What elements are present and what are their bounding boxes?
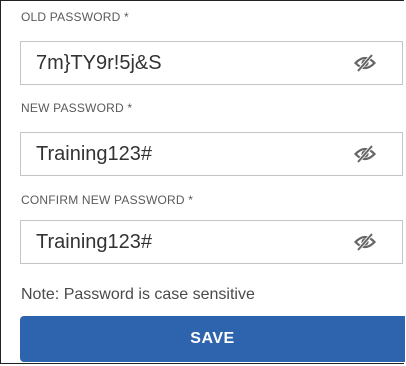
old-password-label: OLD PASSWORD * xyxy=(21,10,129,24)
eye-slash-icon-graphic xyxy=(354,54,376,72)
change-password-form: OLD PASSWORD * 7m}TY9r!5j&S NEW PASSWORD… xyxy=(0,0,405,364)
password-note: Note: Password is case sensitive xyxy=(21,286,255,303)
old-password-value: 7m}TY9r!5j&S xyxy=(36,51,162,74)
eye-slash-icon-graphic xyxy=(354,145,376,163)
confirm-password-value: Training123# xyxy=(36,230,153,253)
eye-slash-icon[interactable] xyxy=(352,144,378,164)
new-password-value: Training123# xyxy=(36,142,153,165)
confirm-password-field[interactable]: Training123# xyxy=(20,220,403,264)
old-password-field[interactable]: 7m}TY9r!5j&S xyxy=(20,41,403,85)
eye-slash-icon[interactable] xyxy=(352,53,378,73)
new-password-label: NEW PASSWORD * xyxy=(21,101,133,115)
save-button[interactable]: SAVE xyxy=(20,316,405,362)
eye-slash-icon[interactable] xyxy=(352,232,378,252)
eye-slash-icon-graphic xyxy=(354,233,376,251)
confirm-password-label: CONFIRM NEW PASSWORD * xyxy=(21,193,194,207)
new-password-field[interactable]: Training123# xyxy=(20,132,403,176)
